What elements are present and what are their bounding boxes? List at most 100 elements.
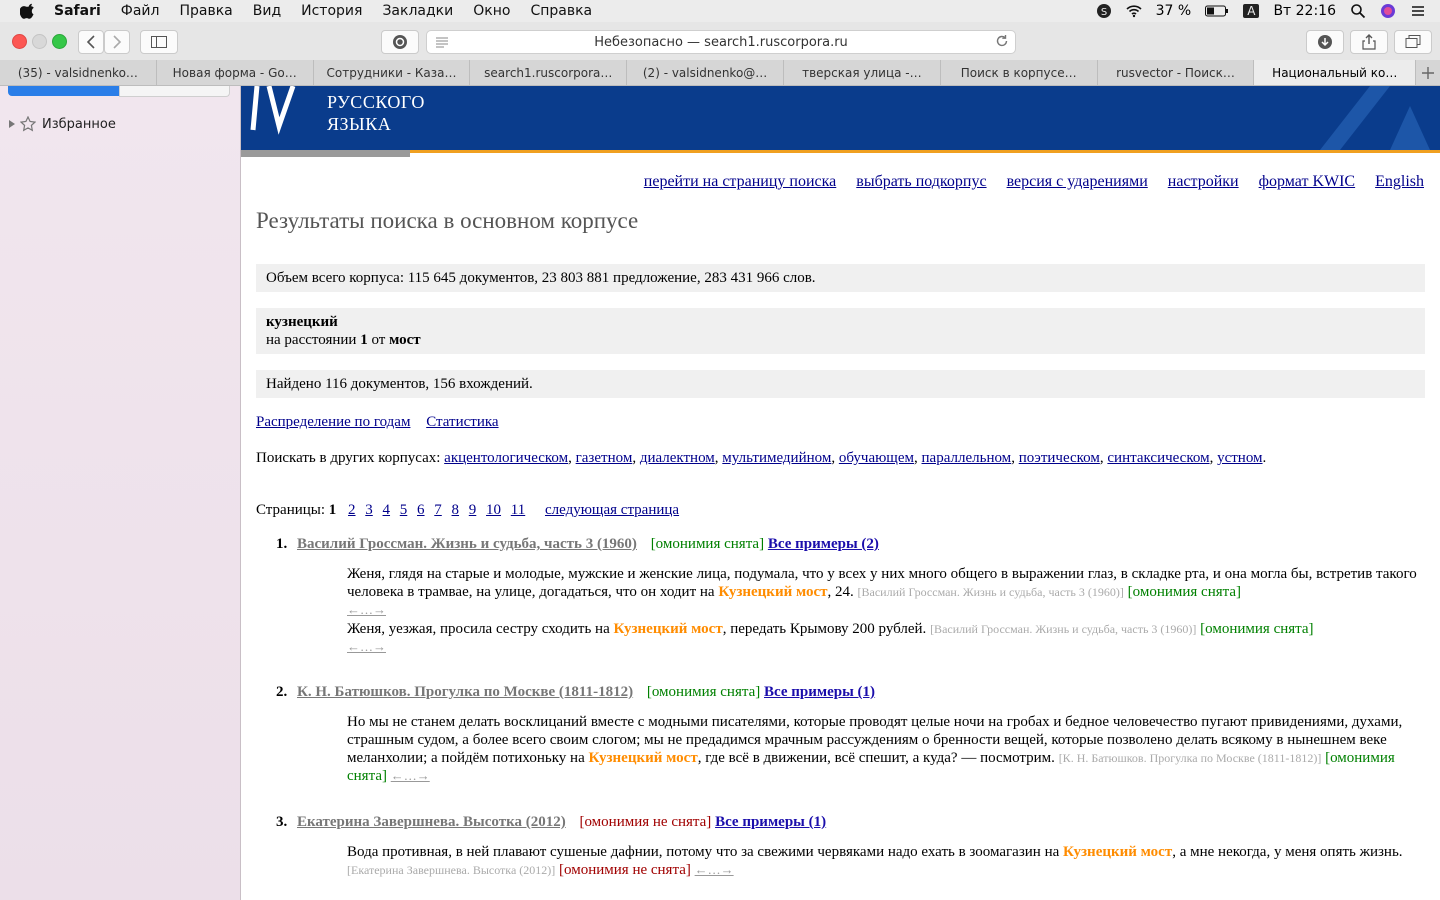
link-statistics[interactable]: Статистика bbox=[426, 414, 498, 430]
address-bar[interactable]: Небезопасно — search1.ruscorpora.ru bbox=[426, 30, 1016, 54]
menu-bookmarks[interactable]: Закладки bbox=[382, 3, 453, 19]
corpus-link-spoken[interactable]: устном bbox=[1217, 450, 1262, 466]
siri-icon[interactable] bbox=[1380, 3, 1396, 19]
bookmarks-segment[interactable] bbox=[8, 86, 119, 96]
disclosure-triangle-icon[interactable] bbox=[8, 119, 16, 129]
all-examples-link[interactable]: Все примеры (2) bbox=[768, 536, 879, 552]
tab-1[interactable]: (35) - valsidnenko… bbox=[0, 60, 157, 85]
banner-decoration-icon bbox=[1320, 86, 1430, 150]
new-tab-button[interactable] bbox=[1416, 60, 1440, 85]
corpus-link-dialect[interactable]: диалектном bbox=[640, 450, 715, 466]
other-corpora: Поискать в других корпусах: акцентологич… bbox=[256, 450, 1267, 466]
menu-app-safari[interactable]: Safari bbox=[54, 3, 101, 19]
grammarly-icon bbox=[393, 35, 407, 49]
page-link-4[interactable]: 4 bbox=[383, 502, 391, 518]
corpus-link-poetic[interactable]: поэтическом bbox=[1019, 450, 1100, 466]
result-doc-link[interactable]: Екатерина Завершнева. Высотка (2012) bbox=[297, 814, 566, 830]
next-page-link[interactable]: следующая страница bbox=[545, 502, 679, 518]
share-button[interactable] bbox=[1350, 30, 1388, 54]
link-settings[interactable]: настройки bbox=[1168, 173, 1239, 190]
link-select-subcorpus[interactable]: выбрать подкорпус bbox=[856, 173, 986, 190]
skype-icon[interactable]: S bbox=[1096, 3, 1112, 19]
found-box: Найдено 116 документов, 156 вхождений. bbox=[256, 370, 1425, 398]
link-accent-version[interactable]: версия с ударениями bbox=[1007, 173, 1148, 190]
corpus-volume-box: Объем всего корпуса: 115 645 документов,… bbox=[256, 264, 1425, 292]
corpus-link-multimedia[interactable]: мультимедийном bbox=[722, 450, 831, 466]
address-text: Небезопасно — search1.ruscorpora.ru bbox=[594, 34, 848, 50]
corpus-link-parallel[interactable]: параллельном bbox=[922, 450, 1012, 466]
corpus-link-newspaper[interactable]: газетном bbox=[576, 450, 633, 466]
tab-7[interactable]: Поиск в корпусе… bbox=[941, 60, 1098, 85]
page-link-11[interactable]: 11 bbox=[511, 502, 525, 518]
link-english[interactable]: English bbox=[1375, 173, 1424, 190]
spotlight-search-icon[interactable] bbox=[1350, 3, 1366, 19]
favorites-label: Избранное bbox=[42, 116, 116, 132]
page-link-8[interactable]: 8 bbox=[452, 502, 460, 518]
battery-icon[interactable] bbox=[1205, 3, 1229, 19]
window-zoom-button[interactable] bbox=[52, 34, 67, 49]
tab-2[interactable]: Новая форма - Go… bbox=[157, 60, 314, 85]
sidebar-toggle-button[interactable] bbox=[140, 30, 178, 54]
window-close-button[interactable] bbox=[12, 34, 27, 49]
expand-context-link[interactable]: ←…→ bbox=[695, 862, 734, 877]
top-links: перейти на страницу поиска выбрать подко… bbox=[628, 173, 1424, 191]
menu-history[interactable]: История bbox=[301, 3, 362, 19]
snippet-text-after: , передать Крымову 200 рублей. bbox=[722, 621, 931, 637]
snippet-source: [Екатерина Завершнева. Высотка (2012)] bbox=[347, 863, 556, 877]
tab-8[interactable]: rusvector - Поиск… bbox=[1098, 60, 1255, 85]
back-button[interactable] bbox=[78, 30, 104, 54]
tab-3[interactable]: Сотрудники - Каза… bbox=[314, 60, 471, 85]
tab-5[interactable]: (2) - valsidnenko@… bbox=[627, 60, 784, 85]
menu-edit[interactable]: Правка bbox=[179, 3, 232, 19]
expand-context-link[interactable]: ←…→ bbox=[391, 768, 430, 783]
extension-button[interactable] bbox=[381, 30, 419, 54]
window-minimize-button[interactable] bbox=[32, 34, 47, 49]
link-kwic-format[interactable]: формат KWIC bbox=[1259, 173, 1355, 190]
reading-list-segment[interactable] bbox=[118, 86, 230, 97]
forward-button[interactable] bbox=[104, 30, 130, 54]
all-examples-link[interactable]: Все примеры (1) bbox=[715, 814, 826, 830]
tab-4[interactable]: search1.ruscorpora… bbox=[470, 60, 628, 85]
snippet-hit: Кузнецкий мост bbox=[718, 584, 828, 600]
snippet-2-1: Но мы не станем делать восклицаний вмест… bbox=[347, 713, 1422, 785]
downloads-button[interactable] bbox=[1306, 30, 1344, 54]
menu-window[interactable]: Окно bbox=[473, 3, 510, 19]
apple-icon[interactable] bbox=[20, 3, 36, 19]
menu-help[interactable]: Справка bbox=[530, 3, 592, 19]
corpus-link-educational[interactable]: обучающем bbox=[839, 450, 914, 466]
input-source-indicator[interactable]: A bbox=[1243, 4, 1260, 18]
result-number: 3. bbox=[276, 814, 288, 830]
corpus-link-syntactic[interactable]: синтаксическом bbox=[1107, 450, 1209, 466]
page-link-10[interactable]: 10 bbox=[486, 502, 501, 518]
result-number: 2. bbox=[276, 684, 288, 700]
homonymy-status: [омонимия снята] bbox=[650, 536, 765, 552]
reload-icon[interactable] bbox=[995, 34, 1009, 48]
menu-file[interactable]: Файл bbox=[121, 3, 160, 19]
wifi-icon[interactable] bbox=[1126, 3, 1142, 19]
ruscorpora-logo-icon[interactable] bbox=[249, 86, 309, 136]
page-link-7[interactable]: 7 bbox=[434, 502, 442, 518]
result-doc-link[interactable]: К. Н. Батюшков. Прогулка по Москве (1811… bbox=[297, 684, 633, 700]
tab-6[interactable]: тверская улица -… bbox=[784, 60, 941, 85]
result-header-3: 3. Екатерина Завершнева. Высотка (2012) … bbox=[276, 814, 826, 831]
corpus-link-accent[interactable]: акцентологическом bbox=[444, 450, 568, 466]
tab-9-active[interactable]: Национальный ко… bbox=[1254, 60, 1417, 85]
page-link-9[interactable]: 9 bbox=[469, 502, 477, 518]
notification-center-icon[interactable] bbox=[1410, 3, 1426, 19]
page-link-5[interactable]: 5 bbox=[400, 502, 408, 518]
page-link-6[interactable]: 6 bbox=[417, 502, 425, 518]
clock[interactable]: Вт 22:16 bbox=[1273, 3, 1336, 19]
site-banner: РУССКОГО ЯЗЫКА bbox=[241, 86, 1440, 150]
reader-lines-icon[interactable] bbox=[435, 36, 449, 48]
all-examples-link[interactable]: Все примеры (1) bbox=[764, 684, 875, 700]
link-distribution-by-years[interactable]: Распределение по годам bbox=[256, 414, 410, 430]
menu-view[interactable]: Вид bbox=[253, 3, 281, 19]
page-link-2[interactable]: 2 bbox=[348, 502, 356, 518]
expand-context-link[interactable]: ←…→ bbox=[347, 602, 386, 617]
expand-context-link[interactable]: ←…→ bbox=[347, 639, 386, 654]
page-link-3[interactable]: 3 bbox=[365, 502, 373, 518]
link-search-page[interactable]: перейти на страницу поиска bbox=[644, 173, 836, 190]
sidebar-item-favorites[interactable]: Избранное bbox=[8, 116, 116, 132]
tab-overview-button[interactable] bbox=[1394, 30, 1432, 54]
result-doc-link[interactable]: Василий Гроссман. Жизнь и судьба, часть … bbox=[297, 536, 637, 552]
